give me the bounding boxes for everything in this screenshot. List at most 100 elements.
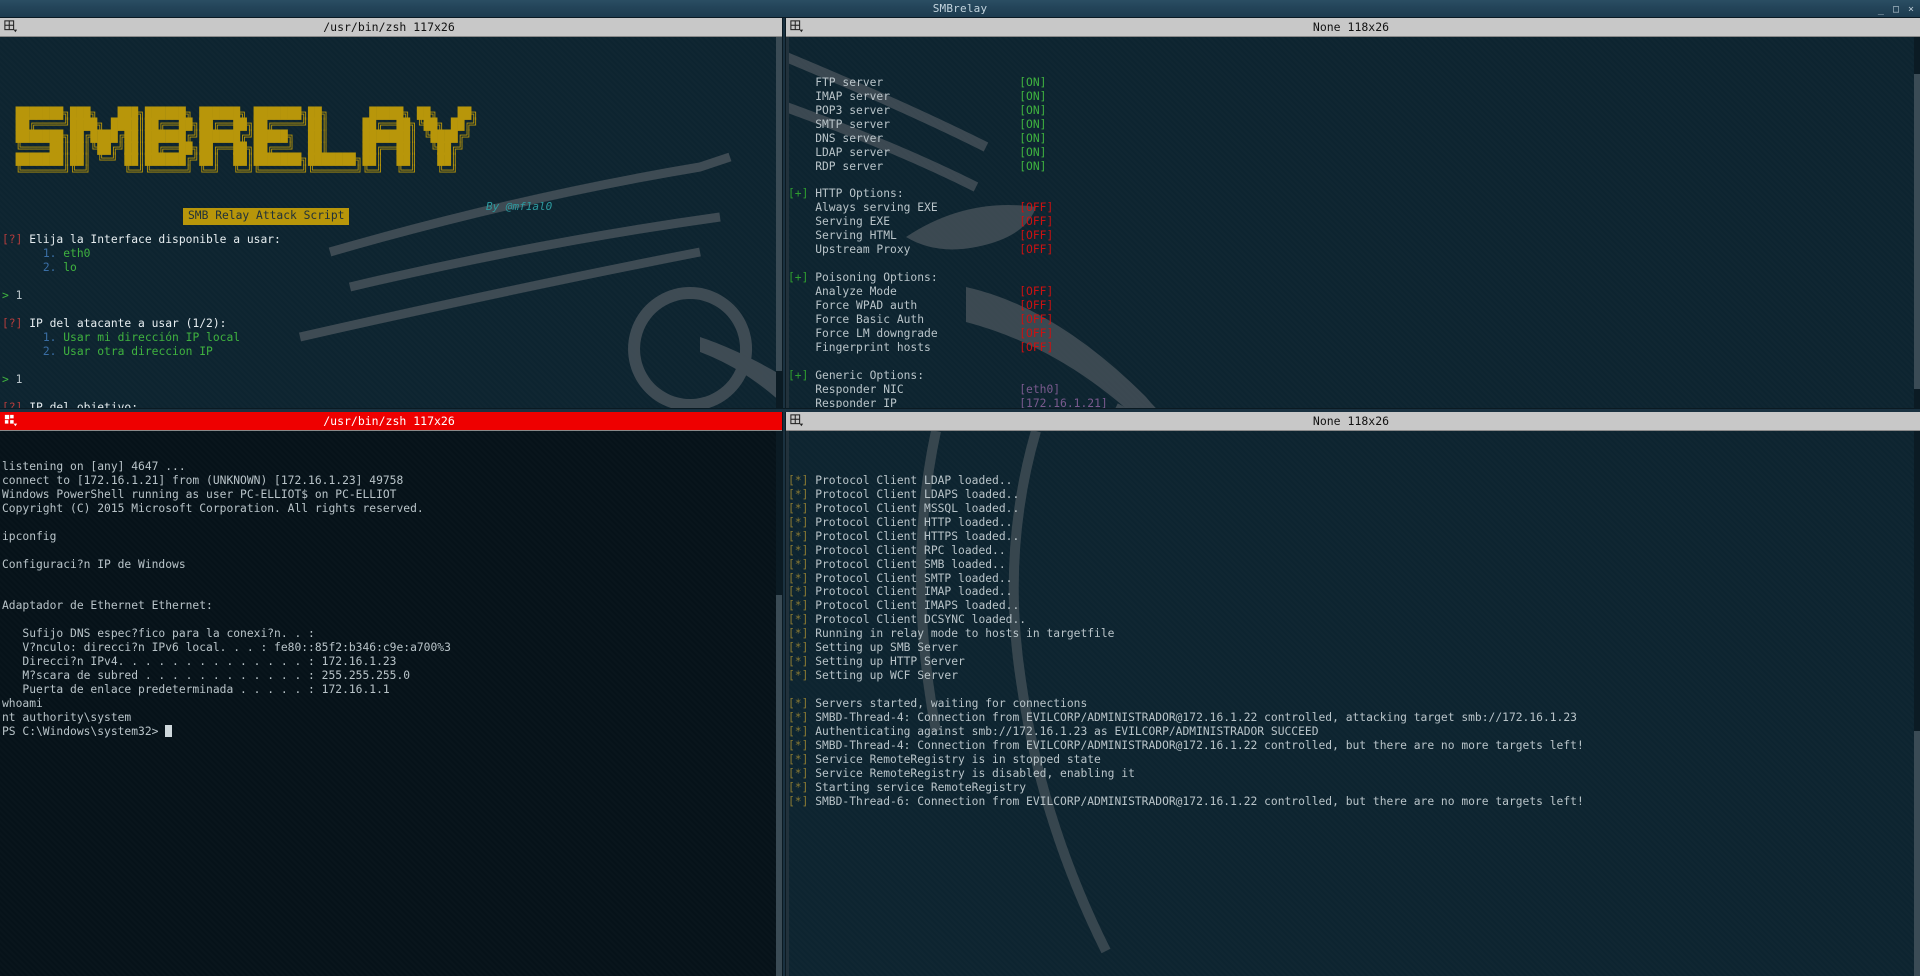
info-marker: [*]	[788, 557, 809, 571]
info-marker: [*]	[788, 655, 809, 669]
option-label: Responder NIC	[788, 382, 1020, 396]
terminal-menu-icon[interactable]	[4, 414, 18, 428]
option-row: Serving HTML [OFF]	[788, 229, 1920, 243]
log-line: [*] Starting service RemoteRegistry	[788, 781, 1920, 795]
responder-options-list: FTP server [ON] IMAP server [ON] POP3 se…	[788, 76, 1920, 408]
prompt-lines: [?] Elija la Interface disponible a usar…	[2, 233, 782, 408]
terminal-menu-icon[interactable]	[790, 20, 804, 34]
terminal-line	[2, 275, 782, 289]
info-marker: [*]	[788, 766, 809, 780]
line-text: 1	[8, 288, 23, 302]
option-row: [+] HTTP Options:	[788, 187, 1920, 201]
terminal-menu-icon[interactable]	[4, 20, 18, 34]
pane-bottom-left[interactable]: /usr/bin/zsh 117x26 listening on [any] 4…	[0, 412, 782, 976]
info-marker: [*]	[788, 543, 809, 557]
pane-top-left-titlebar[interactable]: /usr/bin/zsh 117x26	[0, 18, 782, 37]
log-text: Protocol Client DCSYNC loaded..	[808, 613, 1027, 627]
question-marker: [?]	[2, 316, 23, 330]
log-text: Protocol Client SMTP loaded..	[808, 571, 1013, 585]
section-marker: [+]	[788, 368, 816, 382]
log-line: [*] Authenticating against smb://172.16.…	[788, 725, 1920, 739]
pane-top-left[interactable]: /usr/bin/zsh 117x26 ███████╗███╗ ███╗███…	[0, 18, 782, 408]
terminal-line: [?] IP del atacante a usar (1/2):	[2, 317, 782, 331]
option-row: Always serving EXE [OFF]	[788, 201, 1920, 215]
terminal-line	[2, 303, 782, 317]
terminal-line: PS C:\Windows\system32>	[2, 725, 782, 739]
terminal-line: [?] IP del objetivo:	[2, 401, 782, 408]
terminal-menu-icon[interactable]	[790, 414, 804, 428]
terminal-line: 1. Usar mi dirección IP local	[2, 331, 782, 345]
option-value: [OFF]	[1019, 243, 1054, 257]
log-text: SMBD-Thread-6: Connection from EVILCORP/…	[808, 794, 1584, 808]
close-icon[interactable]: ×	[1908, 4, 1914, 15]
pane-bottom-left-titlebar[interactable]: /usr/bin/zsh 117x26	[0, 412, 782, 431]
info-marker: [*]	[788, 752, 809, 766]
option-row: Force Basic Auth [OFF]	[788, 313, 1920, 327]
option-number[interactable]: 1.	[43, 247, 57, 260]
log-text: Protocol Client HTTPS loaded..	[808, 529, 1020, 543]
log-text: Setting up SMB Server	[808, 641, 959, 655]
option-value: [OFF]	[1019, 215, 1054, 229]
option-number[interactable]: 2.	[43, 345, 57, 358]
info-marker: [*]	[788, 599, 809, 613]
log-text: SMBD-Thread-4: Connection from EVILCORP/…	[808, 711, 1577, 725]
info-marker: [*]	[788, 711, 809, 725]
pane-bottom-right-titlebar[interactable]: None 118x26	[786, 412, 1920, 431]
log-text: Servers started, waiting for connections	[808, 697, 1088, 711]
log-line	[788, 683, 1920, 697]
terminal-top-left[interactable]: ███████╗███╗ ███╗██████╗ ██████╗ ███████…	[0, 37, 782, 408]
scrollbar-top-left[interactable]	[776, 37, 782, 408]
scrollbar-bottom-left[interactable]	[776, 431, 782, 976]
info-marker: [*]	[788, 641, 809, 655]
scrollbar-top-right[interactable]	[1914, 37, 1920, 408]
log-line: [*] Running in relay mode to hosts in ta…	[788, 627, 1920, 641]
log-line: [*] Protocol Client SMTP loaded..	[788, 572, 1920, 586]
terminal-line: Configuraci?n IP de Windows	[2, 557, 186, 571]
question-marker: [?]	[2, 400, 23, 408]
log-text: Service RemoteRegistry is disabled, enab…	[808, 766, 1135, 780]
minimize-icon[interactable]: _	[1878, 4, 1884, 15]
line-text: IP del objetivo:	[22, 400, 139, 408]
log-line: [*] Protocol Client HTTP loaded..	[788, 516, 1920, 530]
log-text: Setting up HTTP Server	[808, 655, 965, 669]
scrollbar-bottom-right[interactable]	[1914, 431, 1920, 976]
option-number[interactable]: 2.	[43, 261, 57, 274]
terminal-line: connect to [172.16.1.21] from (UNKNOWN) …	[2, 473, 404, 487]
terminal-line: whoami	[2, 697, 43, 711]
log-line: [*] Servers started, waiting for connect…	[788, 697, 1920, 711]
option-value: [eth0]	[1019, 382, 1061, 396]
log-line: [*] Protocol Client IMAP loaded..	[788, 585, 1920, 599]
terminal-line: Windows PowerShell running as user PC-EL…	[2, 487, 397, 501]
terminal-bottom-right[interactable]: [*] Protocol Client LDAP loaded.. [*] Pro…	[786, 431, 1920, 976]
window-titlebar: SMBrelay _ □ ×	[0, 0, 1920, 18]
option-number[interactable]: 1.	[43, 331, 57, 344]
impacket-relay-log: [*] Protocol Client LDAP loaded.. [*] Pro…	[788, 474, 1920, 809]
option-label: RDP server	[788, 159, 1020, 173]
log-line: [*] Protocol Client IMAPS loaded..	[788, 599, 1920, 613]
maximize-icon[interactable]: □	[1893, 4, 1899, 15]
terminal-line: Copyright (C) 2015 Microsoft Corporation…	[2, 501, 424, 515]
line-text: Usar otra direccion IP	[56, 344, 213, 358]
terminal-bottom-left[interactable]: listening on [any] 4647 ... connect to [1…	[0, 431, 782, 976]
option-row: LDAP server [ON]	[788, 146, 1920, 160]
info-marker: [*]	[788, 515, 809, 529]
section-label: Generic Options:	[815, 368, 925, 382]
info-marker: [*]	[788, 613, 809, 627]
info-marker: [*]	[788, 725, 809, 739]
line-text: Usar mi dirección IP local	[56, 330, 241, 344]
info-marker: [*]	[788, 501, 809, 515]
option-label: FTP server	[788, 75, 1020, 89]
option-value: [ON]	[1019, 75, 1047, 89]
pane-top-right[interactable]: None 118x26 FTP server [ON] IMAP server	[786, 18, 1920, 408]
terminal-top-right[interactable]: FTP server [ON] IMAP server [ON] POP3 se…	[786, 37, 1920, 408]
option-row	[788, 174, 1920, 188]
option-row: Force LM downgrade [OFF]	[788, 327, 1920, 341]
pane-bottom-right[interactable]: None 118x26 [*] Protocol Client LDAP loa…	[786, 412, 1920, 976]
pane-top-right-titlebar[interactable]: None 118x26	[786, 18, 1920, 37]
option-label: Force Basic Auth	[788, 313, 1020, 327]
option-value: [OFF]	[1019, 229, 1054, 243]
log-text: Setting up WCF Server	[808, 669, 959, 683]
